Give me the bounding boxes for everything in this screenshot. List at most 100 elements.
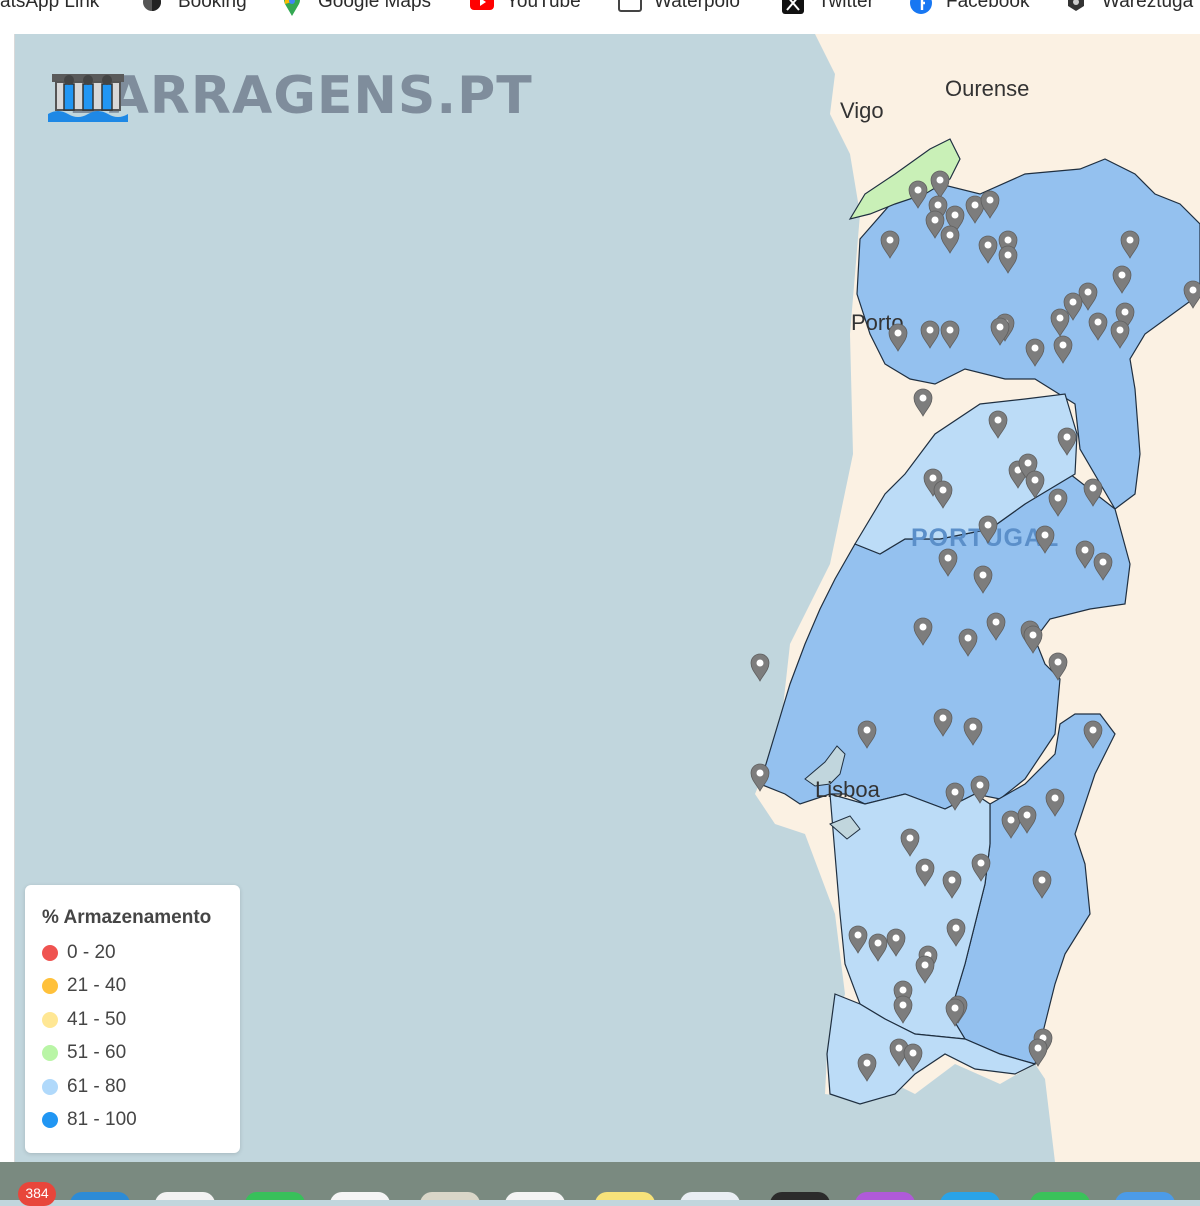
dam-marker-dot [929,474,937,482]
dam-marker-dot [977,859,985,867]
dam-marker-dot [1024,459,1032,467]
dam-marker-dot [934,201,942,209]
dam-marker-dot [946,326,954,334]
legend-swatch [42,1012,58,1028]
dam-marker-dot [1189,286,1197,294]
site-logo[interactable]: BARRAGENS.PT [48,66,533,126]
legend-item: 61 - 80 [42,1076,126,1098]
dock-app-podcasts[interactable] [855,1192,915,1200]
dam-marker-dot [1041,531,1049,539]
x-icon [782,0,804,14]
bookmark-twitter[interactable]: Twitter [782,0,874,14]
dock-app-reminders[interactable] [505,1192,565,1200]
bookmark-wareztuga[interactable]: Wareztuga [1066,0,1193,14]
dock-app-notes[interactable] [595,1192,655,1200]
bookmark-label: Booking [178,0,247,12]
dam-marker-dot [1084,288,1092,296]
bookmark-label: atsApp Link [0,0,100,12]
dam-marker-dot [992,618,1000,626]
dock-app-settings[interactable] [1115,1192,1175,1200]
map-viewport[interactable]: Vigo Ourense Porto Lisboa PORTUGAL BARRA… [15,34,1200,1162]
dock-app-tv[interactable] [770,1192,830,1200]
dock-app-app-store[interactable] [940,1192,1000,1200]
dam-marker-dot [906,834,914,842]
dam-marker-dot [1089,484,1097,492]
site-title: BARRAGENS.PT [68,66,533,126]
dam-marker-dot [986,196,994,204]
legend-swatch [42,945,58,961]
dam-marker-dot [921,864,929,872]
page-left-margin [0,34,15,1162]
city-label-lisboa: Lisboa [815,777,881,802]
dock-app-facetime[interactable] [1030,1192,1090,1200]
bookmark-label: Wareztuga [1102,0,1194,12]
dock-app-calendar[interactable] [330,1192,390,1200]
google-maps-icon [282,0,302,16]
dock-app-contacts[interactable] [420,1192,480,1200]
dam-marker-dot [976,781,984,789]
dam-marker-dot [984,521,992,529]
dam-marker-dot [951,1004,959,1012]
legend-title: % Armazenamento [42,907,212,928]
dam-marker-dot [1054,658,1062,666]
dock-app-messages[interactable] [245,1192,305,1200]
dam-marker-dot [863,726,871,734]
dam-marker-icon[interactable] [750,653,770,682]
dam-marker-dot [1029,631,1037,639]
wareztuga-icon [1066,0,1086,12]
bookmark-youtube[interactable]: YouTube [470,0,581,14]
dam-marker-dot [1007,816,1015,824]
bookmark-google-maps[interactable]: Google Maps [282,0,431,16]
dam-marker-dot [895,1044,903,1052]
legend-label: 61 - 80 [67,1076,127,1097]
dam-marker-dot [886,236,894,244]
bookmark-waterpolo[interactable]: Waterpolo [618,0,740,14]
dam-marker-dot [914,186,922,194]
legend-swatch [42,1045,58,1061]
dam-marker-dot [1059,341,1067,349]
dam-marker-dot [939,714,947,722]
legend-swatch [42,1079,58,1095]
bookmark-label: Waterpolo [654,0,740,12]
dam-marker-dot [1034,1044,1042,1052]
legend-label: 81 - 100 [67,1109,137,1130]
legend-swatch [42,1112,58,1128]
dam-marker-dot [1069,298,1077,306]
dam-marker-dot [984,241,992,249]
dam-marker-dot [756,769,764,777]
dam-marker-dot [899,1001,907,1009]
bookmark-whatsapp[interactable]: atsApp Link [0,0,99,14]
dam-marker-dot [996,323,1004,331]
legend-label: 0 - 20 [67,942,116,963]
bookmark-booking[interactable]: Booking [142,0,247,14]
dam-marker-dot [1004,251,1012,259]
dam-marker-dot [1031,344,1039,352]
dam-marker-dot [951,211,959,219]
dam-marker-dot [1089,726,1097,734]
dam-marker-dot [926,326,934,334]
dam-marker-dot [894,329,902,337]
dam-marker-dot [919,623,927,631]
dam-marker-dot [1038,876,1046,884]
dam-marker-dot [951,788,959,796]
dam-marker-dot [1004,236,1012,244]
dam-marker-dot [756,659,764,667]
bookmark-label: Twitter [818,0,874,12]
dam-marker-dot [979,571,987,579]
bookmark-facebook[interactable]: Facebook [910,0,1029,14]
legend-label: 21 - 40 [67,975,127,996]
legend-item: 21 - 40 [42,975,126,997]
legend-item: 51 - 60 [42,1042,126,1064]
globe-icon [142,0,162,12]
dam-marker-dot [863,1059,871,1067]
dock-app-photos[interactable] [155,1192,215,1200]
dock-app-maps[interactable] [70,1192,130,1200]
dam-marker-dot [892,934,900,942]
legend-swatch [42,978,58,994]
browser-border [0,18,1200,34]
dock-app-freeform[interactable] [680,1192,740,1200]
storage-legend: % Armazenamento 0 - 20 21 - 40 41 - 50 5… [25,885,240,1153]
dam-marker-dot [1094,318,1102,326]
dam-marker-dot [969,723,977,731]
city-label-vigo: Vigo [840,98,884,123]
